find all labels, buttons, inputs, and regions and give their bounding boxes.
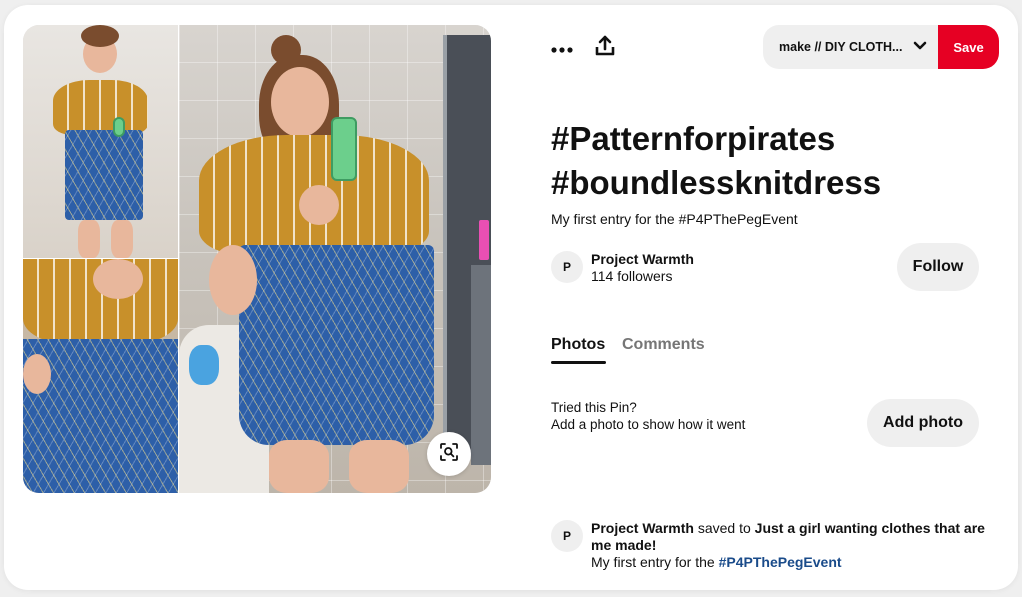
pin-image[interactable] <box>23 25 491 493</box>
save-button[interactable]: Save <box>938 25 999 69</box>
more-horizontal-icon <box>551 36 573 59</box>
collage-photo-bottom-left <box>23 259 178 493</box>
collage-photo-top-left <box>23 25 178 258</box>
activity-hashtag[interactable]: #P4PThePegEvent <box>719 554 842 570</box>
activity-user[interactable]: Project Warmth <box>591 520 694 536</box>
visual-search-icon <box>439 442 459 467</box>
tried-pin-subtext: Add a photo to show how it went <box>551 417 746 432</box>
pin-title-line-2: #boundlessknitdress <box>551 164 882 201</box>
activity-verb: saved to <box>697 520 751 536</box>
activity-avatar[interactable]: P <box>551 520 583 552</box>
board-select-dropdown[interactable]: make // DIY CLOTH... <box>763 25 939 69</box>
pin-description: My first entry for the #P4PThePegEvent <box>551 211 798 227</box>
pin-title-line-1: #Patternforpirates <box>551 120 836 157</box>
board-select-value: make // DIY CLOTH... <box>779 40 903 54</box>
tab-photos[interactable]: Photos <box>551 336 605 354</box>
chevron-down-icon <box>913 40 927 54</box>
creator-avatar[interactable]: P <box>551 251 583 283</box>
visual-search-button[interactable] <box>427 432 471 476</box>
collage-photo-main <box>179 25 491 493</box>
tried-pin-prompt: Tried this Pin? <box>551 400 637 415</box>
activity-description: My first entry for the <box>591 554 715 570</box>
add-photo-button[interactable]: Add photo <box>867 399 979 447</box>
creator-followers: 114 followers <box>591 268 673 284</box>
pin-title: #Patternforpirates #boundlessknitdress <box>551 117 991 205</box>
creator-name[interactable]: Project Warmth <box>591 251 694 267</box>
share-button[interactable] <box>590 33 620 63</box>
active-tab-indicator <box>551 361 606 364</box>
share-upload-icon <box>595 35 615 62</box>
follow-button[interactable]: Follow <box>897 243 979 291</box>
tab-comments[interactable]: Comments <box>622 336 705 354</box>
more-options-button[interactable] <box>547 35 577 59</box>
pin-closeup-card: make // DIY CLOTH... Save #Patternforpir… <box>4 5 1018 590</box>
activity-item: Project Warmth saved to Just a girl want… <box>591 520 991 571</box>
